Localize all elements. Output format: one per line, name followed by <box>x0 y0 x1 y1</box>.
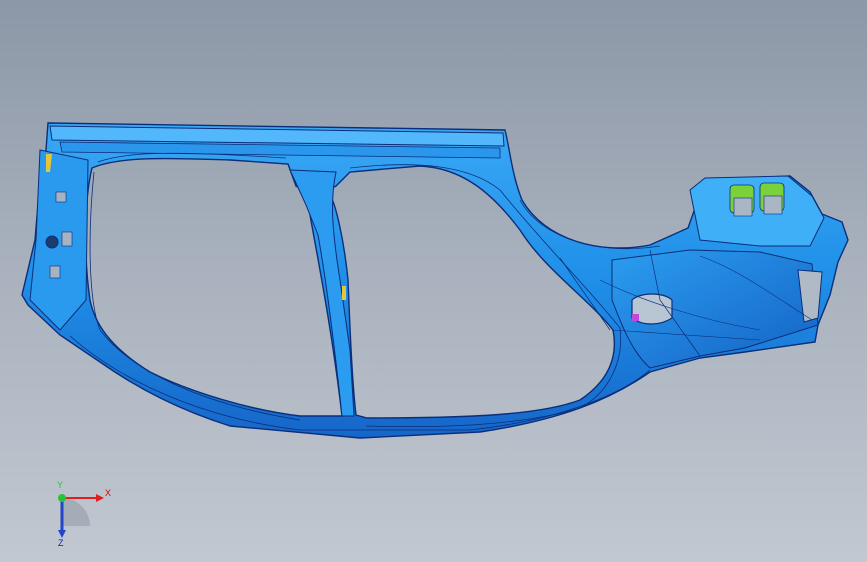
body-side-panel-model[interactable] <box>0 0 867 562</box>
coordinate-triad: X Y Z <box>57 480 111 548</box>
y-axis-label: Y <box>57 480 63 490</box>
door-flange-front <box>89 152 301 421</box>
y-axis-dot <box>58 494 66 502</box>
z-axis-label: Z <box>58 538 64 548</box>
x-axis-label: X <box>105 488 111 498</box>
front-hinge-pillar <box>29 149 89 331</box>
front-hole <box>45 235 59 249</box>
3d-viewport[interactable]: X Y Z <box>0 0 867 562</box>
